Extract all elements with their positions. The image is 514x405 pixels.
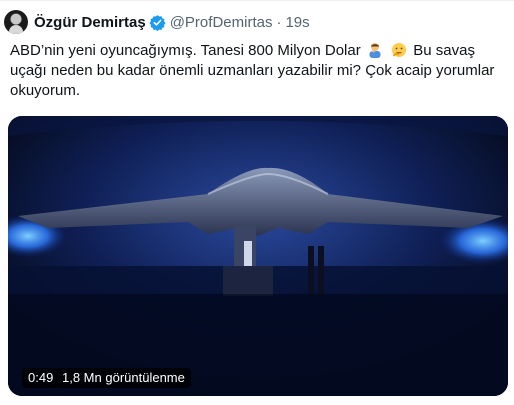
avatar[interactable] (4, 10, 28, 34)
divider (0, 0, 514, 1)
tweet-card[interactable]: Özgür Demirtaş @ProfDemirtas · 19s ABD’n… (0, 0, 514, 405)
tweet-text-line-2: uçağı neden bu kadar önemli uzmanları ya… (10, 62, 495, 79)
video-player[interactable] (8, 116, 508, 396)
man-facepalming-emoji-icon (369, 43, 381, 58)
tweet-text-line-1: ABD’nin yeni oyuncağıymış. Tanesi 800 Mi… (10, 41, 504, 61)
tweet-text-segment: Bu savaş (413, 42, 475, 59)
video-frame-aircraft-hangar (8, 116, 508, 396)
separator-dot: · (276, 13, 282, 31)
video-view-count: 1,8 Mn görüntülenme (56, 368, 191, 388)
tweet-header: Özgür Demirtaş @ProfDemirtas · 19s (34, 12, 310, 32)
verified-badge-icon (149, 14, 166, 31)
timestamp[interactable]: 19s (285, 14, 309, 31)
user-handle[interactable]: @ProfDemirtas (170, 14, 273, 31)
tweet-text-line-3: okuyorum. (10, 82, 81, 99)
tweet-text-segment: ABD’nin yeni oyuncağıymış. Tanesi 800 Mi… (10, 42, 361, 59)
display-name[interactable]: Özgür Demirtaş (34, 14, 146, 31)
thinking-face-emoji-icon (392, 43, 407, 57)
video-duration: 0:49 (22, 368, 60, 388)
tweet-text: ABD’nin yeni oyuncağıymış. Tanesi 800 Mi… (10, 41, 504, 101)
